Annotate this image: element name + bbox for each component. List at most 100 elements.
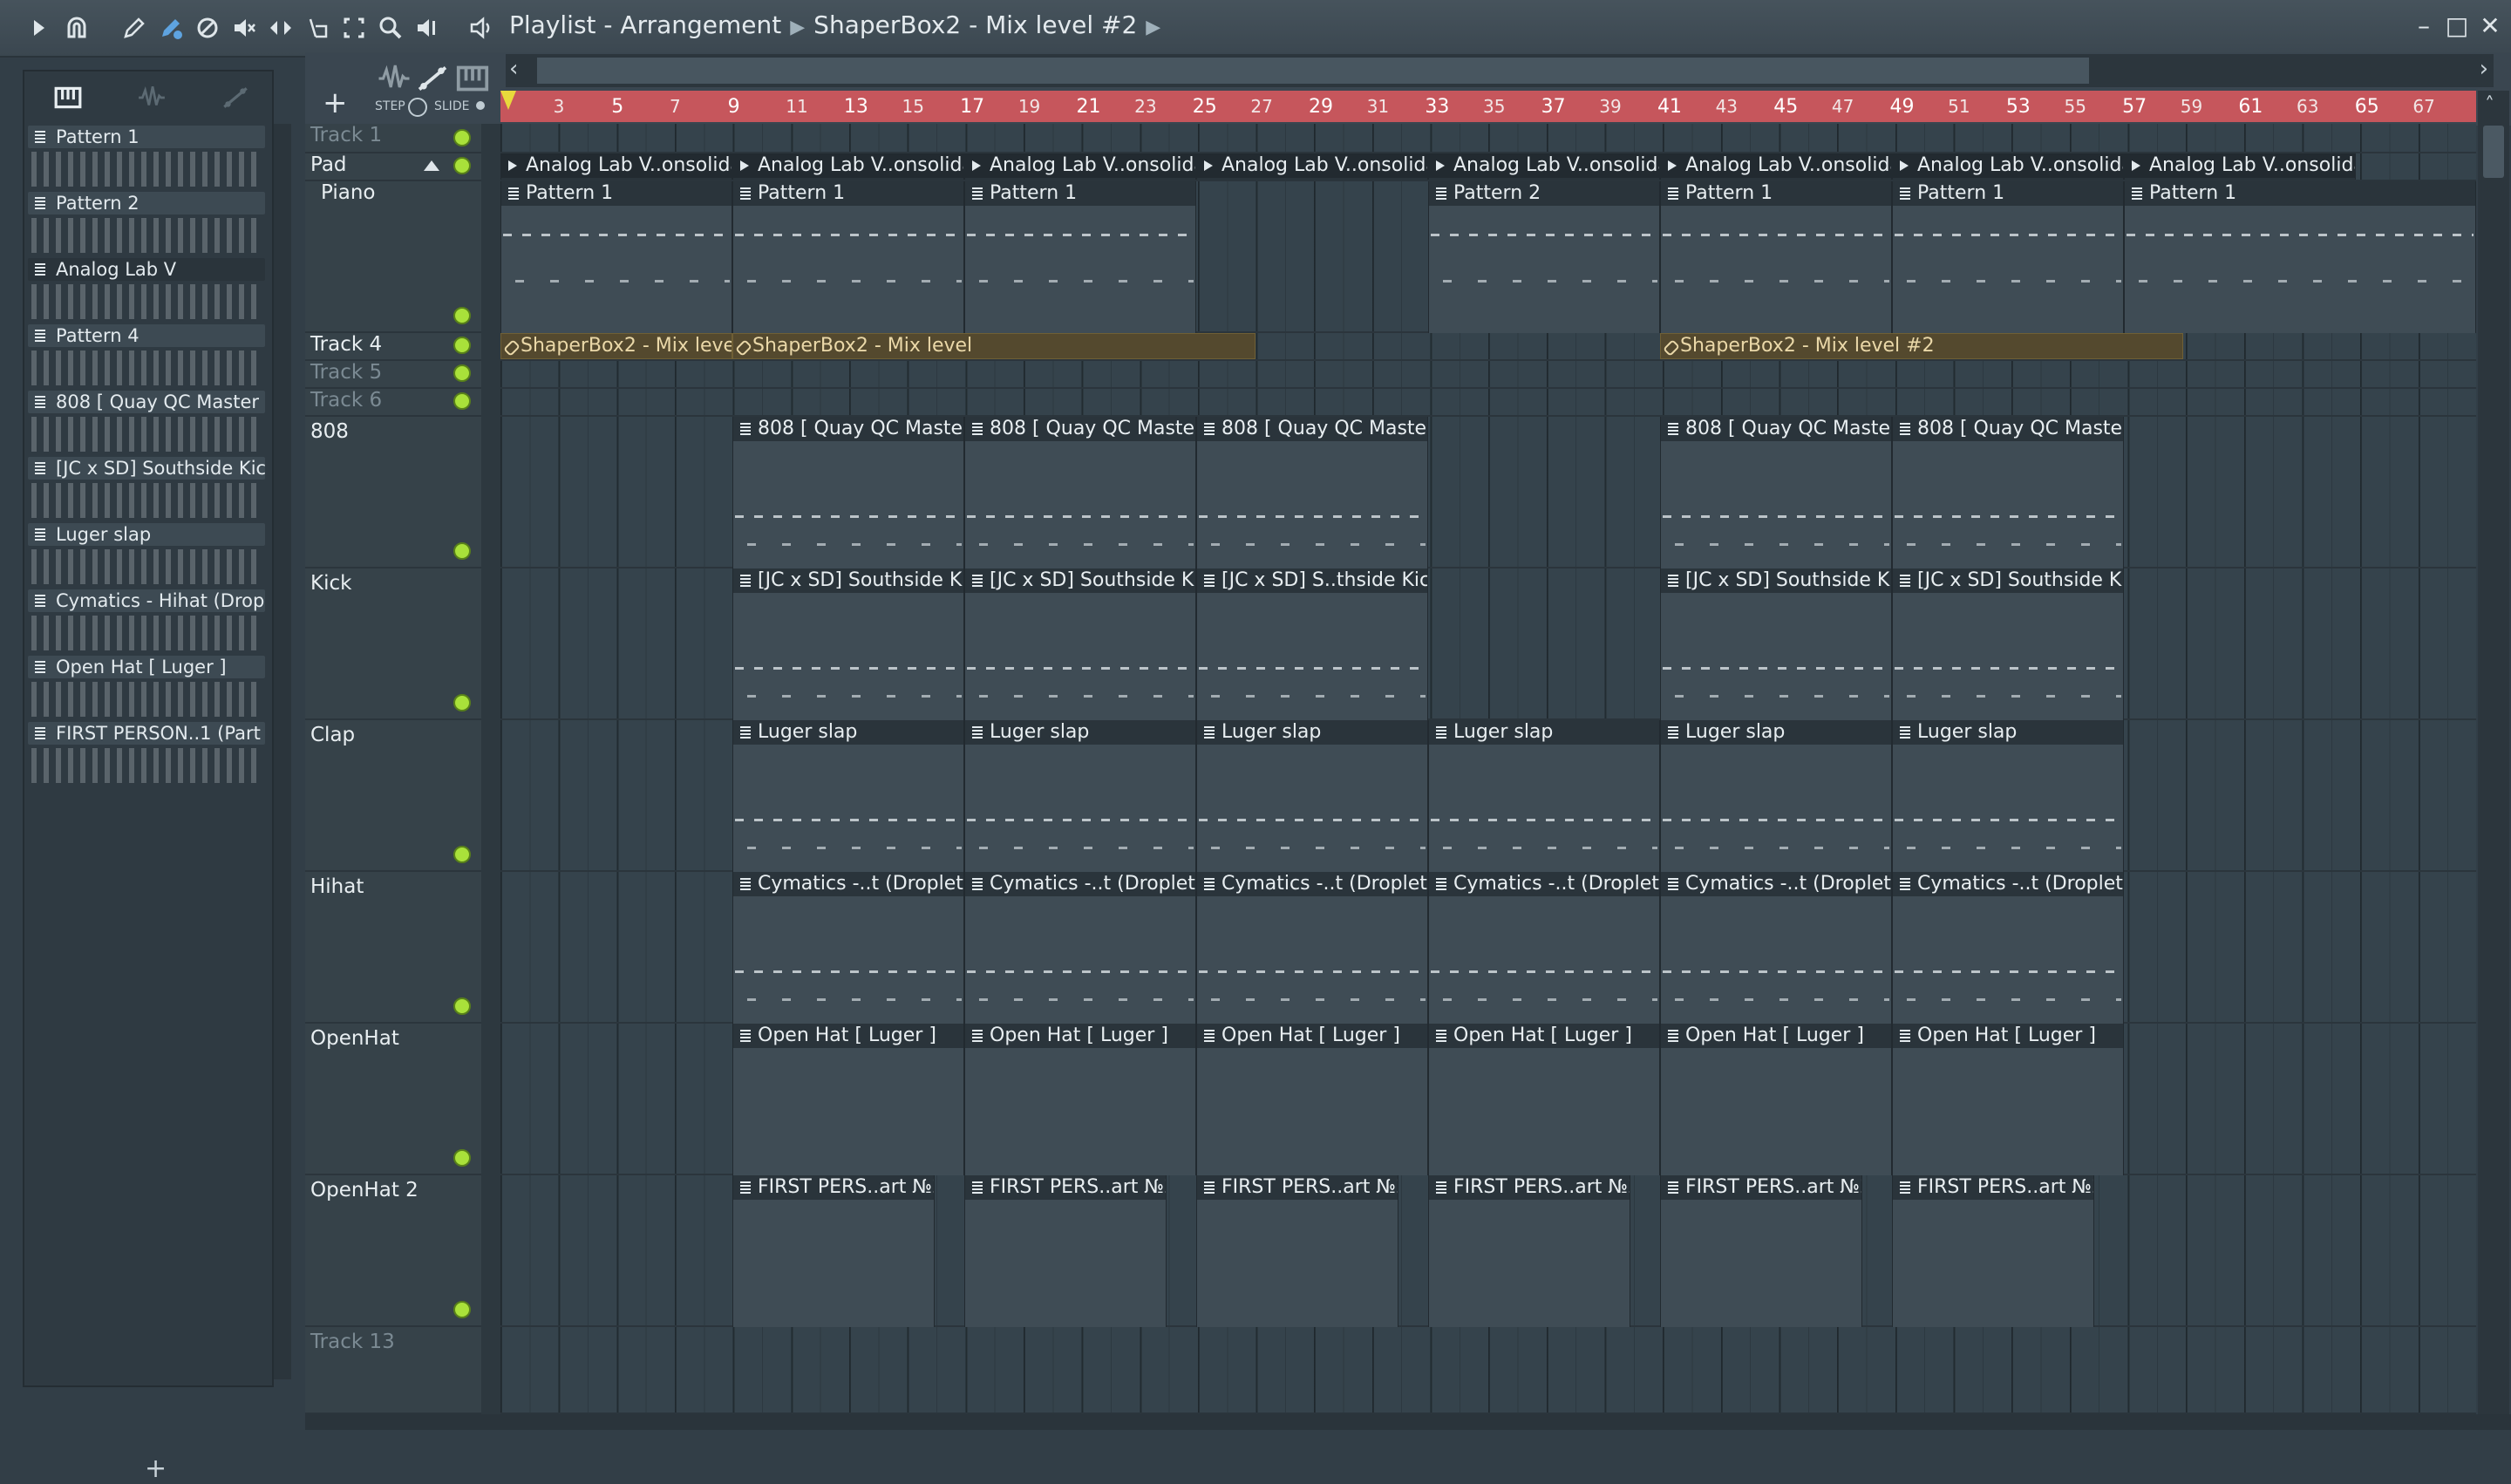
pattern-clip[interactable]: Open Hat [ Luger ] xyxy=(1660,1024,1892,1175)
track-header[interactable]: Track 5 xyxy=(305,361,481,389)
collapse-arrow-icon[interactable] xyxy=(424,160,439,171)
pattern-clip[interactable]: Open Hat [ Luger ] xyxy=(1892,1024,2124,1175)
picker-add-button[interactable]: + xyxy=(145,1453,167,1484)
pattern-clip[interactable]: [JC x SD] S..thside Kick xyxy=(1196,568,1428,720)
pattern-clip[interactable]: 808 [ Quay QC Master ] xyxy=(732,417,964,568)
track-enable-led[interactable] xyxy=(453,364,471,382)
pattern-clip[interactable]: [JC x SD] Southside Kick xyxy=(732,568,964,720)
picker-item[interactable]: [JC x SD] Southside Kick xyxy=(28,457,269,523)
pattern-clip[interactable]: Luger slap xyxy=(964,720,1196,872)
pattern-clip[interactable]: FIRST PERS..art №2) xyxy=(964,1175,1167,1327)
pattern-clip[interactable]: Pattern 1 xyxy=(2124,181,2476,333)
picker-item[interactable]: Cymatics - Hihat (Droplet) xyxy=(28,589,269,656)
pattern-clip[interactable]: Luger slap xyxy=(1892,720,2124,872)
track-enable-led[interactable] xyxy=(453,997,471,1015)
pattern-clip[interactable]: [JC x SD] Southside Kick xyxy=(1892,568,2124,720)
track-enable-led[interactable] xyxy=(453,157,471,174)
select-icon[interactable] xyxy=(338,12,370,44)
audio-clip[interactable]: Analog Lab V..onsolidated) xyxy=(1428,153,1660,180)
piano-roll-icon[interactable] xyxy=(49,78,87,117)
maximize-button[interactable]: □ xyxy=(2441,10,2473,42)
track-enable-led[interactable] xyxy=(453,129,471,146)
delete-icon[interactable] xyxy=(192,12,223,44)
picker-item[interactable]: FIRST PERSON..1 (Part №2) xyxy=(28,722,269,788)
mute-icon[interactable] xyxy=(228,12,260,44)
pattern-clip[interactable]: FIRST PERS..art №2) xyxy=(732,1175,935,1327)
track-header[interactable]: OpenHat xyxy=(305,1024,481,1175)
pattern-clip[interactable]: Cymatics -..t (Droplet) xyxy=(964,872,1196,1024)
track-enable-led[interactable] xyxy=(453,1301,471,1318)
pattern-clip[interactable]: Luger slap xyxy=(732,720,964,872)
track-header[interactable]: Clap xyxy=(305,720,481,872)
pattern-clip[interactable]: Cymatics -..t (Droplet) xyxy=(1892,872,2124,1024)
track-header[interactable]: Pad xyxy=(305,153,481,181)
audio-clip[interactable]: Analog Lab V..onsolidated) xyxy=(1196,153,1428,180)
pattern-clip[interactable]: Pattern 1 xyxy=(964,181,1196,333)
playback-icon[interactable] xyxy=(412,12,443,44)
automation-clip[interactable]: ShaperBox2 - Mix level #2 xyxy=(1660,333,2183,359)
track-header[interactable]: 808 xyxy=(305,417,481,568)
track-header[interactable]: Track 1 xyxy=(305,124,481,153)
pencil-icon[interactable] xyxy=(119,12,150,44)
paint-brush-icon[interactable] xyxy=(155,12,187,44)
track-header[interactable]: Track 13 xyxy=(305,1327,481,1414)
playhead-marker[interactable] xyxy=(500,91,516,110)
chevron-right-icon[interactable]: › xyxy=(2480,56,2488,82)
track-enable-led[interactable] xyxy=(453,337,471,354)
step-toggle[interactable] xyxy=(408,98,427,117)
automation-icon[interactable] xyxy=(216,78,255,117)
pattern-clip[interactable]: Pattern 1 xyxy=(1892,181,2124,333)
pattern-clip[interactable]: FIRST PERS..art №2) xyxy=(1660,1175,1862,1327)
picker-item[interactable]: Analog Lab V xyxy=(28,258,269,324)
chevron-left-icon[interactable]: ‹ xyxy=(509,56,518,82)
audio-clip[interactable]: Analog Lab V..onsolidated) xyxy=(964,153,1196,180)
pattern-clip[interactable]: Luger slap xyxy=(1660,720,1892,872)
audio-clip[interactable]: Analog Lab V..onsolidated) xyxy=(1660,153,1892,180)
pattern-clip[interactable]: Pattern 1 xyxy=(500,181,732,333)
tool-waveform-icon[interactable] xyxy=(377,61,412,99)
slide-toggle[interactable] xyxy=(476,101,485,110)
pattern-clip[interactable]: FIRST PERS..art №2) xyxy=(1428,1175,1630,1327)
minimize-button[interactable]: – xyxy=(2408,10,2440,42)
pattern-clip[interactable]: Luger slap xyxy=(1428,720,1660,872)
pattern-clip[interactable]: Open Hat [ Luger ] xyxy=(1428,1024,1660,1175)
pattern-clip[interactable]: [JC x SD] Southside Kick xyxy=(964,568,1196,720)
picker-item[interactable]: Open Hat [ Luger ] xyxy=(28,656,269,722)
arrangement-grid[interactable]: Analog Lab V..onsolidated) Analog Lab V.… xyxy=(500,124,2476,1414)
track-enable-led[interactable] xyxy=(453,307,471,324)
picker-item[interactable]: Pattern 1 xyxy=(28,126,269,192)
picker-item[interactable]: Luger slap xyxy=(28,523,269,589)
audio-clip-icon[interactable] xyxy=(133,78,171,117)
pattern-clip[interactable]: 808 [ Quay QC Master ] xyxy=(1196,417,1428,568)
pattern-clip[interactable]: FIRST PERS..art №2) xyxy=(1892,1175,2094,1327)
close-button[interactable]: ✕ xyxy=(2474,10,2506,42)
pattern-clip[interactable]: 808 [ Quay QC Master ] xyxy=(1892,417,2124,568)
pattern-clip[interactable]: Cymatics -..t (Droplet) xyxy=(1660,872,1892,1024)
overview-scrollbar[interactable]: ‹ › xyxy=(506,54,2494,87)
track-header[interactable]: OpenHat 2 xyxy=(305,1175,481,1327)
track-header[interactable]: Track 4 xyxy=(305,333,481,361)
pattern-clip[interactable]: [JC x SD] Southside Kick xyxy=(1660,568,1892,720)
automation-clip[interactable]: ShaperBox2 - Mix level xyxy=(732,333,1256,359)
pattern-clip[interactable]: Pattern 1 xyxy=(1660,181,1892,333)
speaker-icon[interactable] xyxy=(466,12,497,44)
vertical-scroll-thumb[interactable] xyxy=(2483,126,2504,178)
track-enable-led[interactable] xyxy=(453,694,471,711)
pattern-clip[interactable]: Cymatics -..t (Droplet) xyxy=(1428,872,1660,1024)
track-enable-led[interactable] xyxy=(453,392,471,410)
pattern-clip[interactable]: FIRST PERS..art №2) xyxy=(1196,1175,1398,1327)
add-track-button[interactable]: + xyxy=(323,85,348,120)
track-header[interactable]: Kick xyxy=(305,568,481,720)
pattern-clip[interactable]: Open Hat [ Luger ] xyxy=(732,1024,964,1175)
pattern-clip[interactable]: Open Hat [ Luger ] xyxy=(964,1024,1196,1175)
vertical-scrollbar[interactable]: ˄ xyxy=(2478,91,2509,1416)
track-header[interactable]: Piano xyxy=(305,181,481,333)
audio-clip[interactable]: Analog Lab V..onsolidated) xyxy=(1892,153,2124,180)
pattern-clip[interactable]: Cymatics -..t (Droplet) xyxy=(732,872,964,1024)
pattern-clip[interactable]: Pattern 2 xyxy=(1428,181,1660,333)
automation-clip[interactable]: ShaperBox2 - Mix level xyxy=(500,333,732,359)
tool-automation-icon[interactable] xyxy=(415,61,450,99)
slice-icon[interactable] xyxy=(302,12,333,44)
timeline-ruler[interactable]: 3 5 7 9 11 13 15 17 19 21 23 25 27 29 31 33 35 37 39 41 43 45… xyxy=(500,91,2476,122)
chevron-up-icon[interactable]: ˄ xyxy=(2485,94,2494,116)
